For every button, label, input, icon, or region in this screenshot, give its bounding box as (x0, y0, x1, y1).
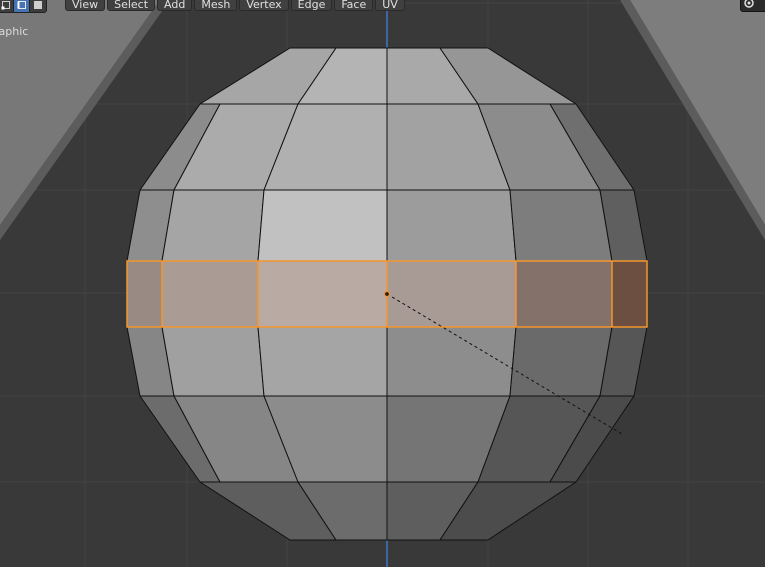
menu-edge[interactable]: Edge (290, 0, 333, 11)
view-options-icon[interactable] (740, 0, 765, 12)
viewport-scene[interactable] (0, 0, 765, 567)
3d-viewport[interactable]: View Select Add Mesh Vertex Edge Face UV… (0, 0, 765, 567)
menu-mesh[interactable]: Mesh (194, 0, 238, 11)
menu-view[interactable]: View (65, 0, 106, 11)
menu-add[interactable]: Add (157, 0, 193, 11)
menu-vertex[interactable]: Vertex (239, 0, 289, 11)
header-menus: View Select Add Mesh Vertex Edge Face UV (65, 0, 405, 11)
face-select-icon[interactable] (30, 0, 46, 12)
select-mode-group (0, 0, 47, 13)
menu-select[interactable]: Select (107, 0, 156, 11)
pivot-point[interactable] (383, 290, 391, 298)
view-projection-label: raphic (0, 25, 29, 38)
viewport-header: View Select Add Mesh Vertex Edge Face UV (0, 0, 405, 14)
menu-face[interactable]: Face (334, 0, 374, 11)
vertex-select-icon[interactable] (0, 0, 14, 12)
menu-uv[interactable]: UV (375, 0, 405, 11)
edge-select-icon[interactable] (14, 0, 30, 12)
